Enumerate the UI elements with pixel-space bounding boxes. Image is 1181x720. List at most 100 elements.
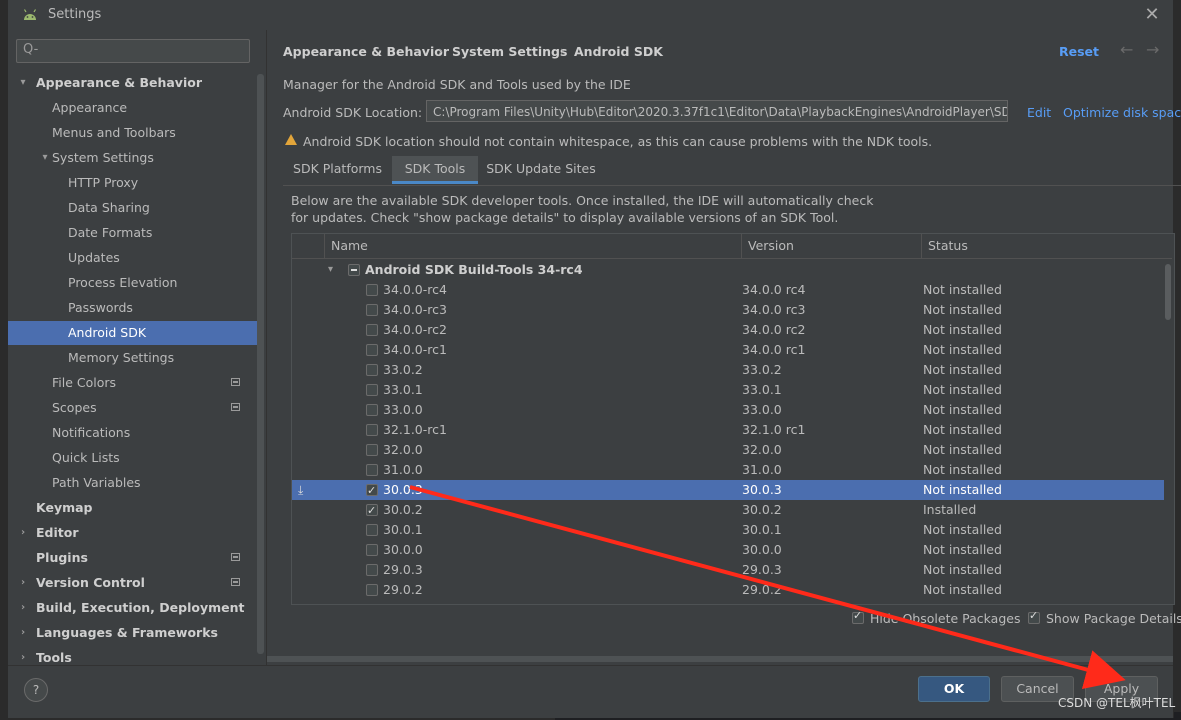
breadcrumb-appearance-behavior[interactable]: Appearance & Behavior bbox=[283, 44, 449, 59]
tab-sdk-tools[interactable]: SDK Tools bbox=[392, 156, 478, 184]
table-row[interactable]: 30.0.1 30.0.1 Not installed bbox=[292, 520, 1164, 540]
settings-sidebar: Q- ▾ Appearance & Behavior Appearance Menus… bbox=[8, 30, 267, 665]
sidebar-item-label: Languages & Frameworks bbox=[36, 625, 218, 640]
sidebar-item[interactable]: › Version Control bbox=[8, 571, 266, 595]
tab-sdk-update-sites[interactable]: SDK Update Sites bbox=[478, 156, 604, 184]
sdk-location-field[interactable]: C:\Program Files\Unity\Hub\Editor\2020.3… bbox=[426, 100, 1008, 122]
sidebar-item[interactable]: Process Elevation bbox=[8, 271, 266, 295]
column-header-name[interactable]: Name bbox=[324, 234, 741, 258]
help-button[interactable]: ? bbox=[24, 678, 48, 702]
sidebar-item[interactable]: › Tools bbox=[8, 646, 266, 670]
row-checkbox[interactable] bbox=[366, 284, 378, 296]
hide-obsolete-checkbox[interactable] bbox=[852, 609, 864, 624]
row-checkbox[interactable] bbox=[366, 544, 378, 556]
sidebar-item-label: System Settings bbox=[52, 150, 154, 165]
row-checkbox[interactable] bbox=[366, 444, 378, 456]
search-icon: Q- bbox=[23, 42, 39, 57]
table-row[interactable]: 29.0.3 29.0.3 Not installed bbox=[292, 560, 1164, 580]
edit-link[interactable]: Edit bbox=[1027, 105, 1051, 120]
sidebar-item[interactable]: Android SDK bbox=[8, 321, 257, 345]
close-icon[interactable]: ✕ bbox=[1140, 3, 1164, 27]
sidebar-item-label: File Colors bbox=[52, 375, 117, 390]
breadcrumb-system-settings[interactable]: System Settings bbox=[452, 44, 567, 59]
column-header-version[interactable]: Version bbox=[741, 234, 921, 258]
sidebar-item[interactable]: HTTP Proxy bbox=[8, 171, 266, 195]
row-checkbox[interactable] bbox=[366, 424, 378, 436]
table-row[interactable]: 30.0.2 30.0.2 Installed bbox=[292, 500, 1164, 521]
show-details-label: Show Package Details bbox=[1046, 611, 1181, 626]
sidebar-item[interactable]: Menus and Toolbars bbox=[8, 121, 266, 145]
forward-arrow-icon[interactable]: → bbox=[1146, 40, 1159, 59]
chevron-right-icon[interactable]: › bbox=[16, 521, 30, 545]
chevron-right-icon[interactable]: › bbox=[16, 571, 30, 595]
row-status: Not installed bbox=[923, 462, 1002, 477]
table-row[interactable]: 33.0.2 33.0.2 Not installed bbox=[292, 360, 1164, 380]
row-checkbox[interactable] bbox=[366, 304, 378, 316]
row-checkbox[interactable] bbox=[366, 564, 378, 576]
sidebar-item[interactable]: Updates bbox=[8, 246, 266, 270]
table-row[interactable]: 32.1.0-rc1 32.1.0 rc1 Not installed bbox=[292, 420, 1164, 440]
table-row[interactable]: 34.0.0-rc3 34.0.0 rc3 Not installed bbox=[292, 300, 1164, 320]
row-checkbox[interactable] bbox=[366, 324, 378, 336]
tab-sdk-platforms[interactable]: SDK Platforms bbox=[283, 156, 392, 184]
ok-button[interactable]: OK bbox=[918, 676, 990, 702]
row-checkbox[interactable] bbox=[366, 364, 378, 376]
settings-search-input[interactable]: Q- bbox=[16, 39, 250, 63]
sidebar-item[interactable]: ▾ System Settings bbox=[8, 146, 266, 170]
row-name: 30.0.3 bbox=[383, 482, 423, 497]
row-checkbox[interactable] bbox=[366, 404, 378, 416]
table-row[interactable]: 34.0.0-rc2 34.0.0 rc2 Not installed bbox=[292, 320, 1164, 340]
sidebar-item[interactable]: Data Sharing bbox=[8, 196, 266, 220]
sidebar-item[interactable]: › Languages & Frameworks bbox=[8, 621, 266, 645]
horizontal-scrollbar[interactable] bbox=[267, 656, 1173, 662]
sidebar-item[interactable]: Path Variables bbox=[8, 471, 266, 495]
chevron-right-icon[interactable]: › bbox=[16, 621, 30, 645]
sidebar-item[interactable]: Appearance bbox=[8, 96, 266, 120]
sidebar-item[interactable]: ▾ Appearance & Behavior bbox=[8, 71, 266, 95]
show-details-checkbox[interactable] bbox=[1028, 609, 1040, 624]
table-row[interactable]: 33.0.0 33.0.0 Not installed bbox=[292, 400, 1164, 420]
table-row[interactable]: 29.0.2 29.0.2 Not installed bbox=[292, 580, 1164, 600]
sidebar-item[interactable]: Quick Lists bbox=[8, 446, 266, 470]
sidebar-item[interactable]: Scopes bbox=[8, 396, 266, 420]
row-checkbox[interactable] bbox=[366, 384, 378, 396]
sidebar-item[interactable]: › Editor bbox=[8, 521, 266, 545]
row-checkbox[interactable] bbox=[366, 584, 378, 596]
sidebar-item[interactable]: Keymap bbox=[8, 496, 266, 520]
sidebar-item[interactable]: Plugins bbox=[8, 546, 266, 570]
table-group-row[interactable]: ▾ Android SDK Build-Tools 34-rc4 bbox=[292, 260, 1164, 280]
column-header-status[interactable]: Status bbox=[921, 234, 1164, 258]
sidebar-scrollbar[interactable] bbox=[257, 74, 264, 654]
table-row[interactable]: 31.0.0 31.0.0 Not installed bbox=[292, 460, 1164, 480]
row-checkbox[interactable] bbox=[366, 501, 378, 521]
hide-obsolete-option[interactable]: Hide Obsolete Packages bbox=[852, 609, 1020, 626]
sidebar-item[interactable]: Memory Settings bbox=[8, 346, 266, 370]
group-checkbox[interactable] bbox=[348, 264, 360, 276]
sidebar-item[interactable]: Date Formats bbox=[8, 221, 266, 245]
optimize-disk-space-link[interactable]: Optimize disk space bbox=[1063, 105, 1181, 120]
reset-link[interactable]: Reset bbox=[1059, 44, 1099, 59]
table-row[interactable]: 32.0.0 32.0.0 Not installed bbox=[292, 440, 1164, 460]
chevron-right-icon[interactable]: › bbox=[16, 596, 30, 620]
row-checkbox[interactable] bbox=[366, 344, 378, 356]
table-row[interactable]: 34.0.0-rc1 34.0.0 rc1 Not installed bbox=[292, 340, 1164, 360]
chevron-right-icon[interactable]: › bbox=[16, 646, 30, 670]
sidebar-item[interactable]: Passwords bbox=[8, 296, 266, 320]
sidebar-item[interactable]: Notifications bbox=[8, 421, 266, 445]
table-row[interactable]: 34.0.0-rc4 34.0.0 rc4 Not installed bbox=[292, 280, 1164, 300]
table-scrollbar-thumb[interactable] bbox=[1165, 264, 1171, 320]
sidebar-item[interactable]: › Build, Execution, Deployment bbox=[8, 596, 266, 620]
row-checkbox[interactable] bbox=[366, 481, 378, 501]
sidebar-item[interactable]: File Colors bbox=[8, 371, 266, 395]
sdk-manager-description: Manager for the Android SDK and Tools us… bbox=[283, 77, 631, 92]
table-row[interactable]: ⤓ 30.0.3 30.0.3 Not installed bbox=[292, 480, 1164, 501]
back-arrow-icon[interactable]: ← bbox=[1120, 40, 1133, 59]
chevron-down-icon[interactable]: ▾ bbox=[16, 71, 30, 95]
table-row[interactable]: 33.0.1 33.0.1 Not installed bbox=[292, 380, 1164, 400]
show-details-option[interactable]: Show Package Details bbox=[1028, 609, 1181, 626]
chevron-down-icon[interactable]: ▾ bbox=[328, 260, 333, 280]
row-checkbox[interactable] bbox=[366, 524, 378, 536]
chevron-down-icon[interactable]: ▾ bbox=[38, 146, 52, 170]
table-row[interactable]: 30.0.0 30.0.0 Not installed bbox=[292, 540, 1164, 560]
row-checkbox[interactable] bbox=[366, 464, 378, 476]
